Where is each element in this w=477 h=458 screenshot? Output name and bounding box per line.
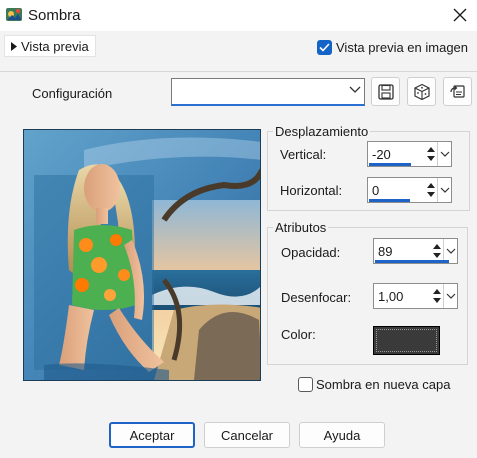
reset-icon bbox=[449, 84, 465, 98]
spin-arrows-icon[interactable] bbox=[431, 286, 443, 306]
shadow-new-layer-checkbox[interactable]: Sombra en nueva capa bbox=[298, 377, 450, 392]
horizontal-label: Horizontal: bbox=[280, 183, 343, 198]
chevron-down-icon bbox=[440, 187, 449, 193]
close-icon bbox=[453, 8, 467, 22]
offset-group-title: Desplazamiento bbox=[273, 124, 371, 139]
config-dropdown[interactable] bbox=[171, 78, 365, 106]
reset-button[interactable] bbox=[443, 77, 472, 106]
save-preset-button[interactable] bbox=[371, 77, 400, 106]
blur-dropdown[interactable] bbox=[443, 284, 457, 308]
vertical-slider-bar[interactable] bbox=[369, 163, 411, 166]
horizontal-value: 0 bbox=[372, 183, 380, 198]
spin-arrows-icon[interactable] bbox=[431, 241, 443, 261]
vertical-spinbox[interactable]: -20 bbox=[367, 141, 452, 167]
dice-icon bbox=[413, 83, 430, 100]
opacity-spinbox[interactable]: 89 bbox=[373, 238, 458, 264]
opacity-slider-bar[interactable] bbox=[375, 260, 449, 263]
divider bbox=[0, 71, 477, 72]
checkbox-checked-icon[interactable] bbox=[317, 39, 332, 55]
color-swatch-focus bbox=[376, 329, 437, 352]
opacity-value: 89 bbox=[378, 244, 393, 259]
close-button[interactable] bbox=[446, 2, 474, 28]
spin-arrows-icon[interactable] bbox=[425, 180, 437, 200]
chevron-down-icon bbox=[446, 248, 455, 254]
ok-button[interactable]: Aceptar bbox=[109, 422, 195, 448]
preview-toggle[interactable]: Vista previa bbox=[4, 35, 96, 57]
vertical-dropdown[interactable] bbox=[437, 142, 451, 166]
preview-in-image-label: Vista previa en imagen bbox=[336, 39, 469, 55]
config-label: Configuración bbox=[32, 86, 113, 101]
attributes-group-title: Atributos bbox=[273, 220, 329, 235]
opacity-label: Opacidad: bbox=[281, 245, 341, 260]
vertical-value: -20 bbox=[372, 147, 391, 162]
chevron-down-icon bbox=[440, 151, 449, 157]
preview-in-image-checkbox[interactable]: Vista previa en imagen bbox=[317, 38, 468, 56]
preview-image bbox=[23, 129, 261, 381]
window-title: Sombra bbox=[28, 7, 81, 24]
preview-picture bbox=[24, 130, 260, 380]
color-swatch[interactable] bbox=[373, 326, 440, 355]
triangle-right-icon bbox=[11, 41, 17, 51]
horizontal-spinbox[interactable]: 0 bbox=[367, 177, 452, 203]
blur-value: 1,00 bbox=[378, 289, 404, 304]
horizontal-dropdown[interactable] bbox=[437, 178, 451, 202]
blur-label: Desenfocar: bbox=[281, 290, 352, 305]
paint-shop-pro-icon bbox=[5, 6, 23, 24]
randomize-button[interactable] bbox=[407, 77, 436, 106]
save-icon bbox=[377, 83, 394, 100]
vertical-label: Vertical: bbox=[280, 147, 327, 162]
shadow-new-layer-label: Sombra en nueva capa bbox=[316, 377, 451, 392]
color-label: Color: bbox=[281, 327, 316, 342]
help-button[interactable]: Ayuda bbox=[299, 422, 385, 448]
blur-spinbox[interactable]: 1,00 bbox=[373, 283, 458, 309]
spin-arrows-icon[interactable] bbox=[425, 144, 437, 164]
chevron-down-icon bbox=[349, 86, 361, 93]
chevron-down-icon bbox=[446, 293, 455, 299]
cancel-button[interactable]: Cancelar bbox=[204, 422, 290, 448]
horizontal-slider-bar[interactable] bbox=[369, 199, 410, 202]
checkbox-unchecked-icon[interactable] bbox=[298, 377, 313, 392]
preview-toggle-label: Vista previa bbox=[21, 38, 89, 54]
